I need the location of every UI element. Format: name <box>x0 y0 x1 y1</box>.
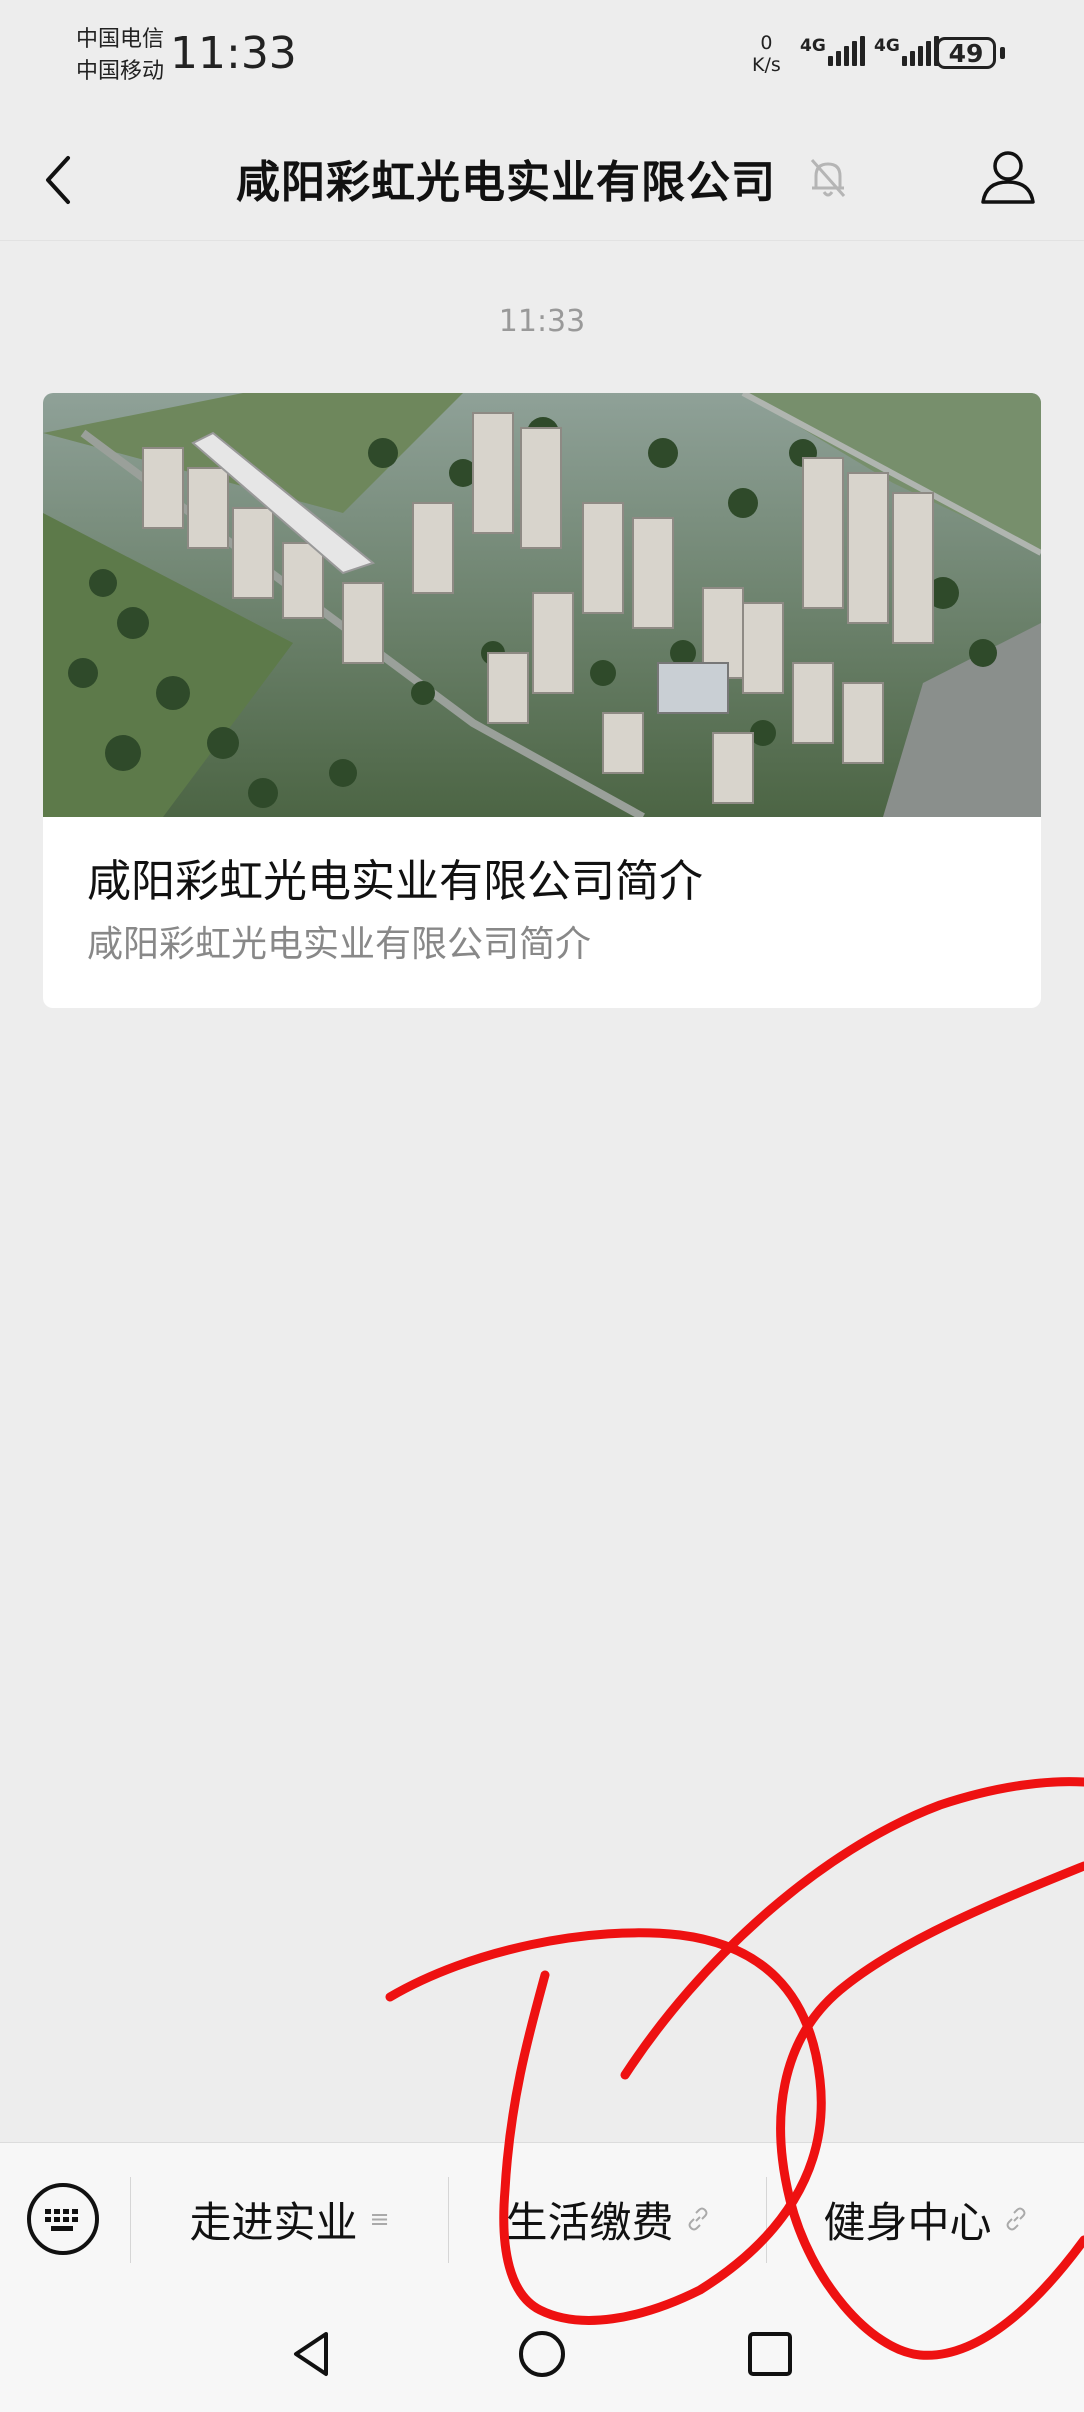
carrier-2: 中国移动 <box>76 59 165 84</box>
chevron-left-icon[interactable] <box>40 150 80 210</box>
menu-item-intro[interactable]: 走进实业 ≡ <box>131 2143 448 2295</box>
keyboard-icon <box>45 2209 78 2231</box>
system-navigation-bar <box>0 2294 1084 2412</box>
menu-item-fitness[interactable]: 健身中心 <box>767 2143 1084 2295</box>
signal-1-label: 4G <box>800 36 826 56</box>
menu-lines-icon: ≡ <box>369 2205 390 2233</box>
bell-muted-icon <box>810 159 846 197</box>
carrier-labels: 中国电信 中国移动 <box>76 24 164 88</box>
official-account-menu: 走进实业 ≡ 生活缴费 健身中心 <box>0 2142 1084 2295</box>
status-bar: 中国电信 中国移动 11:33 0 K/s 4G 4G 49 <box>0 0 1084 120</box>
signal-2-icon: 4G <box>874 36 942 66</box>
menu-item-label: 生活缴费 <box>505 2197 674 2247</box>
article-card[interactable]: 咸阳彩虹光电实业有限公司简介 咸阳彩虹光电实业有限公司简介 <box>43 393 1041 1008</box>
link-icon <box>688 2207 707 2231</box>
signal-1-icon: 4G <box>800 36 868 66</box>
net-speed-unit: K/s <box>752 54 781 76</box>
menu-item-payment[interactable]: 生活缴费 <box>449 2143 766 2295</box>
keyboard-toggle-button[interactable] <box>27 2183 99 2255</box>
message-timestamp: 11:33 <box>498 304 586 339</box>
battery-icon: 49 <box>936 37 996 69</box>
battery-tip <box>1000 47 1005 59</box>
network-speed: 0 K/s <box>752 32 781 76</box>
red-scribble-annotation <box>385 1777 1084 2360</box>
article-title: 咸阳彩虹光电实业有限公司简介 <box>87 856 703 907</box>
page-title: 咸阳彩虹光电实业有限公司 <box>236 157 776 208</box>
article-description: 咸阳彩虹光电实业有限公司简介 <box>87 924 592 965</box>
menu-item-label: 走进实业 <box>189 2197 358 2247</box>
triangle-back-icon[interactable] <box>282 2324 342 2384</box>
square-recents-icon[interactable] <box>740 2324 800 2384</box>
link-icon <box>1006 2207 1025 2231</box>
carrier-1: 中国电信 <box>76 27 165 52</box>
circle-home-icon[interactable] <box>512 2324 572 2384</box>
article-cover-image <box>43 393 1041 817</box>
chat-header: 咸阳彩虹光电实业有限公司 <box>0 120 1084 241</box>
signal-2-label: 4G <box>874 36 900 56</box>
status-clock: 11:33 <box>170 28 297 79</box>
user-icon[interactable] <box>978 146 1038 206</box>
menu-item-label: 健身中心 <box>823 2197 992 2247</box>
net-speed-value: 0 <box>760 32 773 54</box>
